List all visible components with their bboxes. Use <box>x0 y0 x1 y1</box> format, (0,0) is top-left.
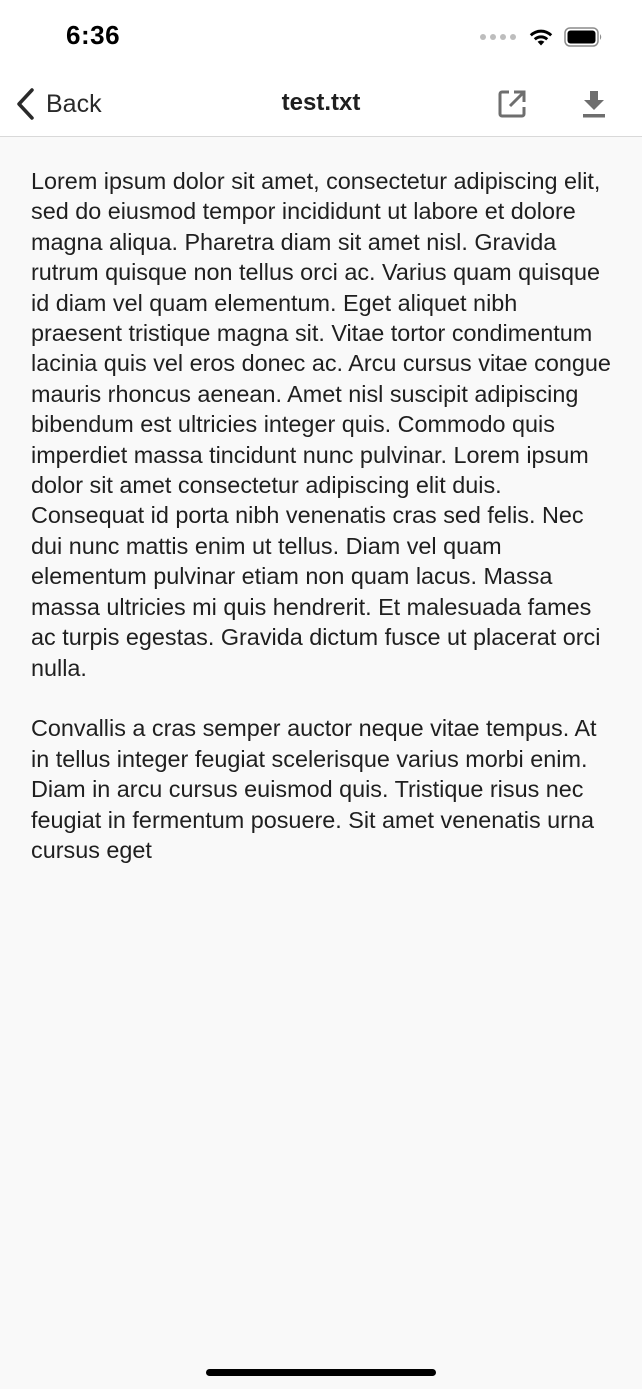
screen: 6:36 Back test.txt Lorem ipsum dolor sit… <box>0 0 642 1389</box>
cellular-signal-icon <box>480 34 516 40</box>
back-label: Back <box>46 89 102 118</box>
status-bar: 6:36 <box>0 0 642 72</box>
navigation-bar: Back test.txt <box>0 72 642 137</box>
wifi-icon <box>529 29 553 46</box>
download-icon <box>583 91 605 118</box>
download-button[interactable] <box>576 86 612 122</box>
document-paragraph: Lorem ipsum dolor sit amet, consectetur … <box>31 168 611 681</box>
document-paragraph: Convallis a cras semper auctor neque vit… <box>31 715 597 863</box>
back-button[interactable]: Back <box>16 84 102 124</box>
home-indicator[interactable] <box>206 1369 436 1376</box>
chevron-left-icon <box>17 88 34 120</box>
status-icons <box>480 24 604 50</box>
open-external-icon <box>498 90 526 118</box>
open-external-button[interactable] <box>494 86 530 122</box>
status-time: 6:36 <box>66 20 121 50</box>
document-content: Lorem ipsum dolor sit amet, consectetur … <box>31 166 611 896</box>
battery-icon <box>564 27 602 47</box>
